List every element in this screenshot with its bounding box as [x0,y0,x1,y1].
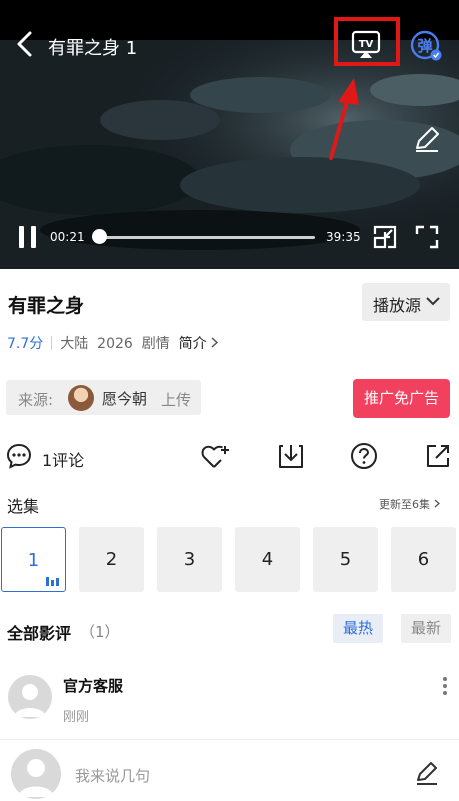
pause-icon[interactable] [18,225,38,249]
episode-number: 4 [261,549,274,570]
episode-button[interactable]: 5 [313,527,378,592]
progress-bar[interactable] [97,236,315,239]
episode-button[interactable]: 3 [157,527,222,592]
sort-hot-button[interactable]: 最热 [333,614,383,643]
ad-free-button[interactable]: 推广免广告 [353,379,450,418]
fullscreen-icon[interactable] [414,224,440,250]
play-source-label: 播放源 [373,296,422,315]
help-icon[interactable] [350,442,378,470]
show-title: 有罪之身 [8,295,85,317]
uploader-avatar [68,385,94,411]
episode-number: 3 [183,549,196,570]
intro-label: 简介 [178,336,207,352]
share-icon[interactable] [424,442,452,470]
episode-list: 1 2 3 4 5 6 [0,527,459,593]
comment-icon[interactable] [6,443,32,469]
episodes-update-link[interactable]: 更新至6集 [379,496,440,512]
episodes-label: 选集 [7,497,40,516]
user-placeholder-icon [14,684,46,717]
show-meta: 7.7分 大陆 2026 剧情 简介 [7,333,219,353]
picture-in-picture-icon[interactable] [372,224,398,250]
source-label: 来源: [18,391,54,409]
upload-label: 上传 [161,391,192,409]
comment-input[interactable]: 我来说几句 [75,765,150,786]
comment-composer: 我来说几句 [0,739,459,801]
episode-button[interactable]: 1 [1,527,66,592]
reviews-count: （1） [80,623,120,641]
genre: 剧情 [141,336,170,352]
avatar[interactable] [8,675,52,719]
download-icon[interactable] [277,442,305,470]
reviews-title: 全部影评 [7,624,72,643]
player-controls: 00:21 39:35 [0,218,459,256]
sort-new-button[interactable]: 最新 [401,614,451,643]
write-pen-icon[interactable] [414,760,440,786]
uploader-name: 愿今朝 [102,390,148,408]
score: 7.7分 [7,336,44,352]
intro-link[interactable]: 简介 [178,336,219,352]
chevron-right-icon [211,337,219,348]
review-author[interactable]: 官方客服 [63,675,123,696]
uploader-chip[interactable]: 来源: 愿今朝 上传 [6,380,201,415]
total-time: 39:35 [326,230,361,244]
episode-button[interactable]: 4 [235,527,300,592]
episode-number: 1 [27,550,40,571]
action-bar: 1评论 [0,436,459,476]
edit-pen-icon[interactable] [412,124,442,154]
video-player[interactable]: 有罪之身 1 TV 弹 00:21 39:35 [0,0,459,269]
avatar [11,749,61,799]
episode-button[interactable]: 6 [391,527,456,592]
play-source-button[interactable]: 播放源 [362,283,450,321]
review-time: 刚刚 [63,710,90,725]
current-time: 00:21 [50,230,85,244]
chevron-down-icon [426,297,440,306]
year: 2026 [97,336,133,352]
comment-count[interactable]: 1评论 [42,447,84,471]
region: 大陆 [60,336,89,352]
progress-thumb[interactable] [91,229,107,244]
episodes-update-text: 更新至6集 [379,498,430,511]
episode-number: 6 [417,549,430,570]
episode-number: 5 [339,549,352,570]
favorite-add-icon[interactable] [201,442,231,470]
user-placeholder-icon [18,759,54,797]
episode-number: 2 [105,549,118,570]
divider [51,336,53,350]
episode-button[interactable]: 2 [79,527,144,592]
more-options-icon[interactable] [441,676,449,696]
chevron-right-icon [434,499,440,508]
now-playing-icon [46,577,59,586]
